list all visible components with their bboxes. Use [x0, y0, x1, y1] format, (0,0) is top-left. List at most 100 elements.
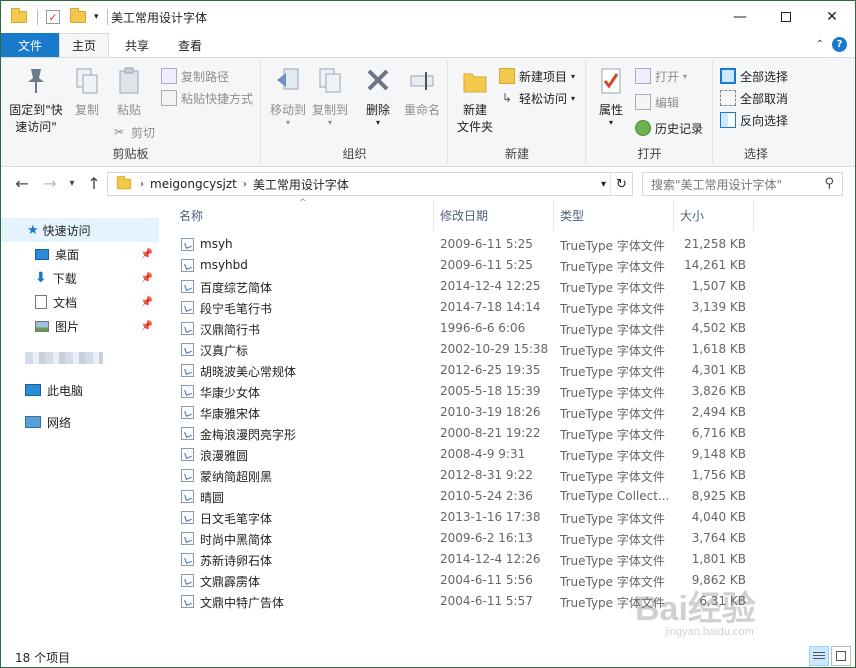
pin-quick-access-button[interactable]: 固定到"快 速访问"	[7, 64, 65, 136]
breadcrumb-meigongcysjzt[interactable]: meigongcysjzt	[150, 177, 237, 191]
edit-button[interactable]: 编辑	[635, 92, 679, 112]
up-button[interactable]: ↑	[83, 174, 105, 193]
nav-documents-label: 文档	[53, 295, 78, 310]
forward-button[interactable]: →	[39, 174, 61, 193]
pin-icon[interactable]: 📌	[141, 297, 153, 308]
file-name: 百度综艺简体	[200, 281, 273, 295]
column-header-date[interactable]: 修改日期	[440, 200, 550, 230]
rename-button[interactable]: 重命名	[400, 64, 444, 119]
file-row[interactable]: 汉鼎简行书 1996-6-6 6:06 TrueType 字体文件 4,502 KB	[171, 318, 761, 339]
nav-item-pictures[interactable]: 图片 📌	[1, 314, 159, 338]
column-header-name[interactable]: 名称	[179, 200, 431, 230]
edit-label: 编辑	[655, 95, 680, 110]
file-row[interactable]: 日文毛笔字体 2013-1-16 17:38 TrueType 字体文件 4,040 …	[171, 507, 761, 528]
file-row[interactable]: 段宁毛笔行书 2014-7-18 14:14 TrueType 字体文件 3,139 …	[171, 297, 761, 318]
nav-item-desktop[interactable]: 桌面 📌	[1, 242, 159, 266]
recent-locations-button[interactable]: ▾	[61, 178, 83, 189]
file-row[interactable]: 文鼎霹雳体 2004-6-11 5:56 TrueType 字体文件 9,862 KB	[171, 570, 761, 591]
address-bar[interactable]: › meigongcysjzt › 美工常用设计字体 ▾ ↻	[107, 172, 633, 196]
edit-icon	[635, 94, 651, 110]
file-row[interactable]: 浪漫雅圆 2008-4-9 9:31 TrueType 字体文件 9,148 KB	[171, 444, 761, 465]
column-divider[interactable]	[673, 200, 674, 230]
file-row[interactable]: 蒙纳简超刚黑 2012-8-31 9:22 TrueType 字体文件 1,756 K…	[171, 465, 761, 486]
properties-button[interactable]: 属性 ▾	[591, 64, 631, 127]
file-row[interactable]: 华康少女体 2005-5-18 15:39 TrueType 字体文件 3,826 K…	[171, 381, 761, 402]
file-row[interactable]: 晴圆 2010-5-24 2:36 TrueType Collect... 8,925…	[171, 486, 761, 507]
file-row[interactable]: 时尚中黑简体 2009-6-2 16:13 TrueType 字体文件 3,764 K…	[171, 528, 761, 549]
new-item-button[interactable]: 新建项目 ▾	[499, 66, 575, 86]
rename-icon	[406, 64, 438, 98]
pin-icon[interactable]: 📌	[141, 273, 153, 284]
open-button[interactable]: 打开 ▾	[635, 66, 687, 86]
pin-icon[interactable]: 📌	[141, 249, 153, 260]
copy-to-button[interactable]: 复制到 ▾	[310, 64, 350, 127]
tab-share[interactable]: 共享	[113, 33, 161, 57]
select-none-button[interactable]: 全部取消	[720, 88, 788, 108]
file-name: 华康少女体	[200, 386, 261, 400]
file-type: TrueType 字体文件	[560, 365, 665, 379]
file-date: 2012-6-25 19:35	[440, 363, 541, 377]
file-row[interactable]: 汉真广标 2002-10-29 15:38 TrueType 字体文件 1,618 K…	[171, 339, 761, 360]
delete-button[interactable]: 删除 ▾	[360, 64, 396, 127]
copy-path-button[interactable]: 复制路径	[161, 66, 229, 86]
column-divider[interactable]	[433, 200, 434, 230]
file-size: 3,764 KB	[691, 531, 746, 545]
file-row[interactable]: 文鼎中特广告体 2004-6-11 5:57 TrueType 字体文件 6,31 K…	[171, 591, 761, 612]
cut-button[interactable]: ✂ 剪切	[111, 122, 155, 142]
help-icon[interactable]: ?	[832, 37, 847, 52]
file-row[interactable]: 金梅浪漫閃亮字形 2000-8-21 19:22 TrueType 字体文件 6,71…	[171, 423, 761, 444]
nav-item-network[interactable]: 网络	[1, 410, 159, 434]
file-row[interactable]: 胡晓波美心常规体 2012-6-25 19:35 TrueType 字体文件 4,30…	[171, 360, 761, 381]
maximize-button[interactable]	[763, 1, 809, 32]
nav-item-blurred[interactable]	[1, 346, 159, 370]
select-all-button[interactable]: 全部选择	[720, 66, 788, 86]
file-size: 1,507 KB	[691, 279, 746, 293]
easy-access-button[interactable]: ↳ 轻松访问 ▾	[499, 88, 575, 108]
search-input[interactable]: 搜索"美工常用设计字体" ⚲	[642, 172, 843, 196]
close-button[interactable]: ✕	[809, 1, 855, 32]
column-header-size[interactable]: 大小	[680, 200, 750, 230]
column-divider[interactable]	[753, 200, 754, 230]
easy-access-dropdown-icon: ▾	[571, 93, 576, 103]
nav-item-documents[interactable]: 文档 📌	[1, 290, 159, 314]
tab-file[interactable]: 文件	[1, 33, 59, 57]
pin-icon[interactable]: 📌	[141, 321, 153, 332]
file-row[interactable]: msyhbd 2009-6-11 5:25 TrueType 字体文件 14,261 …	[171, 255, 761, 276]
address-dropdown-icon[interactable]: ▾	[601, 179, 606, 190]
minimize-button[interactable]: —	[717, 1, 763, 32]
network-icon	[25, 416, 41, 428]
copy-button[interactable]: 复制	[67, 64, 107, 119]
tab-view[interactable]: 查看	[167, 33, 213, 57]
file-row[interactable]: 苏新诗卵石体 2014-12-4 12:26 TrueType 字体文件 1,801 …	[171, 549, 761, 570]
invert-selection-button[interactable]: 反向选择	[720, 110, 788, 130]
properties-check-icon[interactable]: ✓	[46, 10, 60, 24]
refresh-icon[interactable]: ↻	[610, 173, 632, 195]
file-type: TrueType 字体文件	[560, 470, 665, 484]
file-row[interactable]: 百度综艺简体 2014-12-4 12:25 TrueType 字体文件 1,507 …	[171, 276, 761, 297]
file-row[interactable]: 华康雅宋体 2010-3-19 18:26 TrueType 字体文件 2,494 K…	[171, 402, 761, 423]
pin-icon	[20, 64, 52, 98]
column-header-type[interactable]: 类型	[560, 200, 670, 230]
back-button[interactable]: ←	[11, 174, 33, 193]
history-icon	[635, 120, 651, 136]
file-row[interactable]: msyh 2009-6-11 5:25 TrueType 字体文件 21,258 KB	[171, 234, 761, 255]
copy-to-label: 复制到	[311, 103, 348, 117]
details-view-button[interactable]	[809, 646, 829, 666]
new-folder-button[interactable]: 新建 文件夹	[453, 64, 497, 136]
large-icons-view-button[interactable]	[831, 646, 851, 666]
nav-item-this-pc[interactable]: 此电脑	[1, 378, 159, 402]
nav-quick-access[interactable]: ★ 快速访问	[1, 218, 159, 242]
customize-dropdown-icon[interactable]: ▾	[94, 12, 99, 22]
column-divider[interactable]	[553, 200, 554, 230]
new-folder-icon[interactable]	[70, 8, 86, 23]
paste-shortcut-button[interactable]: 粘贴快捷方式	[161, 88, 253, 108]
file-date: 2010-3-19 18:26	[440, 405, 541, 419]
tab-home[interactable]: 主页	[59, 33, 109, 57]
paste-button[interactable]: 粘贴	[109, 64, 149, 119]
nav-item-downloads[interactable]: ⬇ 下载 📌	[1, 266, 159, 290]
breadcrumb-current-folder[interactable]: 美工常用设计字体	[253, 176, 349, 193]
move-to-button[interactable]: 移动到 ▾	[268, 64, 308, 127]
history-button[interactable]: 历史记录	[635, 118, 703, 138]
file-size: 6,31 KB	[699, 594, 746, 608]
collapse-ribbon-icon[interactable]: ⌃	[816, 39, 824, 50]
